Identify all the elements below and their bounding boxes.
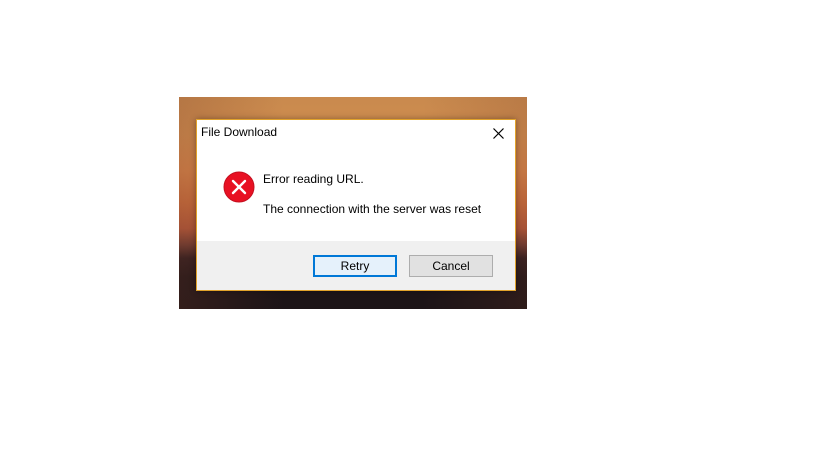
error-message: Error reading URL. <box>263 172 364 186</box>
desktop: File Download Error reading URL. The con… <box>0 0 819 460</box>
error-icon <box>223 171 255 203</box>
dialog-title: File Download <box>201 125 278 139</box>
dialog-button-bar: Retry Cancel <box>197 241 515 290</box>
file-download-dialog: File Download Error reading URL. The con… <box>196 119 516 291</box>
retry-button[interactable]: Retry <box>313 255 397 277</box>
close-icon <box>492 127 504 139</box>
dialog-titlebar[interactable]: File Download <box>197 120 515 146</box>
close-button[interactable] <box>481 120 515 146</box>
cancel-button[interactable]: Cancel <box>409 255 493 277</box>
error-detail: The connection with the server was reset <box>263 202 482 216</box>
dialog-content: Error reading URL. The connection with t… <box>197 146 515 242</box>
